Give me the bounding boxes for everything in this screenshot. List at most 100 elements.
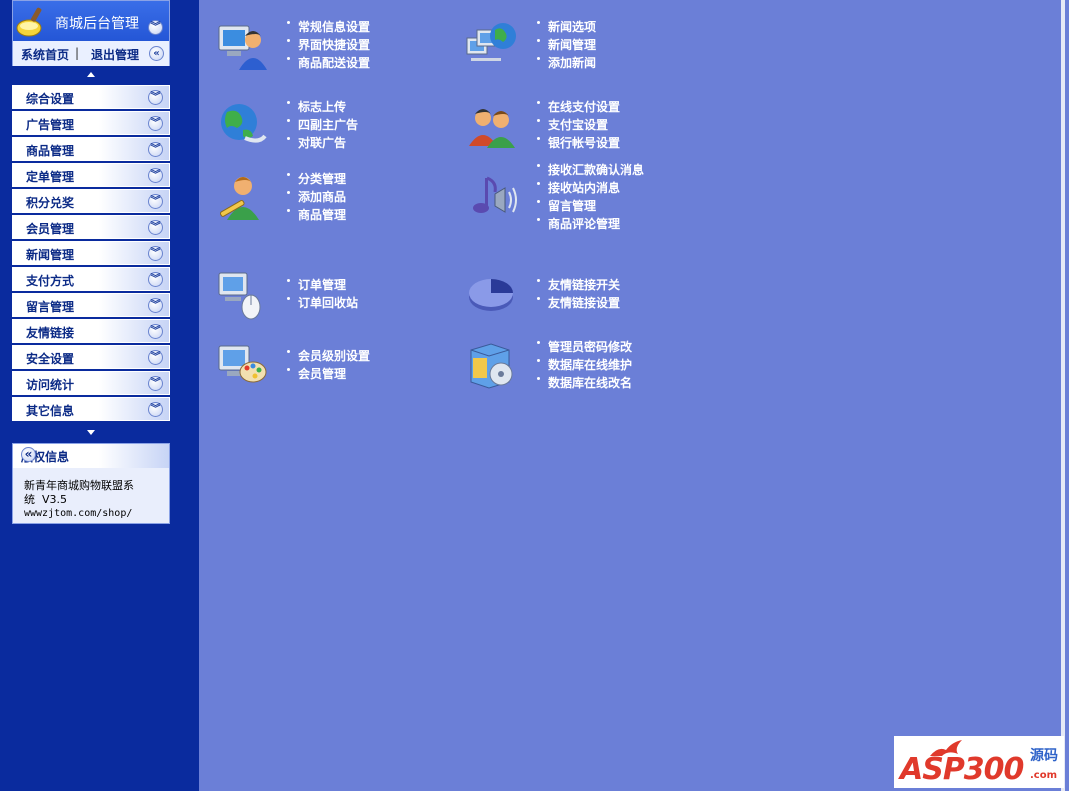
function-link-list: 分类管理 添加商品 商品管理 [285,170,346,224]
function-link[interactable]: 商品管理 [285,206,346,224]
sidebar-item-other-info[interactable]: 其它信息 ︾ [12,397,170,421]
network-globe-icon [466,23,516,61]
copyright-header[interactable]: 版权信息 « [13,444,169,468]
collapse-left-icon[interactable]: « [149,46,164,61]
function-link[interactable]: 标志上传 [285,98,358,116]
sidebar-item-label: 访问统计 [26,378,75,392]
chevron-down-icon[interactable]: ︾ [148,246,163,261]
display-palette-icon [218,345,267,383]
collapse-left-icon[interactable]: « [21,447,36,462]
sidebar-item-label: 综合设置 [26,92,75,106]
sidebar-item-label: 其它信息 [26,404,75,418]
function-link[interactable]: 接收汇款确认消息 [535,161,644,179]
sidebar-item-security-settings[interactable]: 安全设置 ︾ [12,345,170,369]
chevron-down-icon[interactable]: ︾ [148,116,163,131]
sidebar-item-order-management[interactable]: 定单管理 ︾ [12,163,170,187]
function-link[interactable]: 友情链接开关 [535,276,620,294]
sidebar-item-label: 会员管理 [26,222,75,236]
sidebar-item-points-redeem[interactable]: 积分兑奖 ︾ [12,189,170,213]
chevron-down-icon[interactable]: ︾ [148,194,163,209]
chevron-down-icon[interactable]: ︾ [148,220,163,235]
function-link-list: 管理员密码修改 数据库在线维护 数据库在线改名 [535,338,632,392]
chevron-down-icon[interactable]: ︾ [148,402,163,417]
function-link-list: 会员级别设置 会员管理 [285,347,370,383]
function-link-list: 标志上传 四副主广告 对联广告 [285,98,358,152]
function-link[interactable]: 数据库在线维护 [535,356,632,374]
sidebar-menu: 综合设置 ︾ 广告管理 ︾ 商品管理 ︾ 定单管理 ︾ 积分兑奖 ︾ 会员管理 ︾ 新闻管理 ︾ 支付方式 ︾… [12,85,170,423]
function-group: 在线支付设置 支付宝设置 银行帐号设置 [449,98,689,168]
function-link[interactable]: 订单回收站 [285,294,358,312]
chevron-down-icon[interactable]: ︾ [148,90,163,105]
home-link[interactable]: 系统首页 [21,46,69,63]
function-link[interactable]: 新闻管理 [535,36,596,54]
link-separator: | [75,46,80,60]
sidebar-item-payment-methods[interactable]: 支付方式 ︾ [12,267,170,291]
function-link[interactable]: 商品配送设置 [285,54,370,72]
sidebar-item-label: 支付方式 [26,274,75,288]
chevron-down-icon[interactable]: ︾ [148,298,163,313]
function-link[interactable]: 商品评论管理 [535,215,644,233]
copyright-url: wwwzjtom.com/shop/ [24,508,133,519]
function-link[interactable]: 添加商品 [285,188,346,206]
function-link[interactable]: 银行帐号设置 [535,134,620,152]
sidebar-item-label: 商品管理 [26,144,75,158]
sidebar-item-label: 安全设置 [26,352,75,366]
pie-chart-icon [469,279,513,311]
scrollbar-edge [1061,0,1065,791]
sidebar-title-bar: 商城后台管理 ︾ [13,1,169,41]
function-link[interactable]: 四副主广告 [285,116,358,134]
sidebar-item-label: 新闻管理 [26,248,75,262]
sidebar-item-visit-stats[interactable]: 访问统计 ︾ [12,371,170,395]
chevron-down-icon[interactable]: ︾ [148,272,163,287]
computer-mouse-icon [218,272,261,320]
function-link[interactable]: 支付宝设置 [535,116,620,134]
globe-icon [221,104,267,143]
copyright-line2: 统 V3.5 [24,493,68,506]
function-link[interactable]: 在线支付设置 [535,98,620,116]
logout-link[interactable]: 退出管理 [91,46,139,63]
scroll-up-arrow-icon[interactable] [87,72,95,77]
collapse-chevron-icon[interactable]: ︾ [148,20,163,35]
function-link[interactable]: 对联广告 [285,134,358,152]
function-group: 常规信息设置 界面快捷设置 商品配送设置 [199,18,439,88]
watermark-side: 源码 [1030,748,1058,764]
sidebar-title: 商城后台管理 [55,16,139,32]
sidebar-item-news-management[interactable]: 新闻管理 ︾ [12,241,170,265]
sidebar-header: 商城后台管理 ︾ 系统首页 | 退出管理 « [12,0,170,66]
function-link[interactable]: 友情链接设置 [535,294,620,312]
function-link[interactable]: 会员级别设置 [285,347,370,365]
sidebar-item-general-settings[interactable]: 综合设置 ︾ [12,85,170,109]
function-link[interactable]: 分类管理 [285,170,346,188]
chevron-down-icon[interactable]: ︾ [148,324,163,339]
computer-user-icon [218,25,267,70]
chevron-down-icon[interactable]: ︾ [148,142,163,157]
scroll-down-arrow-icon[interactable] [87,430,95,435]
function-link-list: 在线支付设置 支付宝设置 银行帐号设置 [535,98,620,152]
sidebar-item-member-management[interactable]: 会员管理 ︾ [12,215,170,239]
function-link[interactable]: 会员管理 [285,365,370,383]
function-link[interactable]: 订单管理 [285,276,358,294]
user-edit-icon [219,177,259,220]
users-icon [469,109,515,148]
function-group: 管理员密码修改 数据库在线维护 数据库在线改名 [449,338,689,408]
main-panel: 常规信息设置 界面快捷设置 商品配送设置 新闻选项 新闻管理 添加新闻标志上传 四副主广告对… [199,0,1065,791]
chevron-down-icon[interactable]: ︾ [148,376,163,391]
sidebar-links: 系统首页 | 退出管理 « [13,41,169,66]
function-link[interactable]: 数据库在线改名 [535,374,632,392]
sidebar-item-friend-links[interactable]: 友情链接 ︾ [12,319,170,343]
chevron-down-icon[interactable]: ︾ [148,168,163,183]
function-link[interactable]: 新闻选项 [535,18,596,36]
function-link-list: 友情链接开关 友情链接设置 [535,276,620,312]
sidebar-item-ad-management[interactable]: 广告管理 ︾ [12,111,170,135]
function-group: 接收汇款确认消息 接收站内消息 留言管理 商品评论管理 [449,163,689,240]
function-link[interactable]: 留言管理 [535,197,644,215]
function-link[interactable]: 接收站内消息 [535,179,644,197]
function-link[interactable]: 常规信息设置 [285,18,370,36]
sidebar-item-label: 积分兑奖 [26,196,75,210]
sidebar-item-product-management[interactable]: 商品管理 ︾ [12,137,170,161]
function-link[interactable]: 添加新闻 [535,54,596,72]
function-link[interactable]: 管理员密码修改 [535,338,632,356]
sidebar-item-message-management[interactable]: 留言管理 ︾ [12,293,170,317]
chevron-down-icon[interactable]: ︾ [148,350,163,365]
function-link[interactable]: 界面快捷设置 [285,36,370,54]
